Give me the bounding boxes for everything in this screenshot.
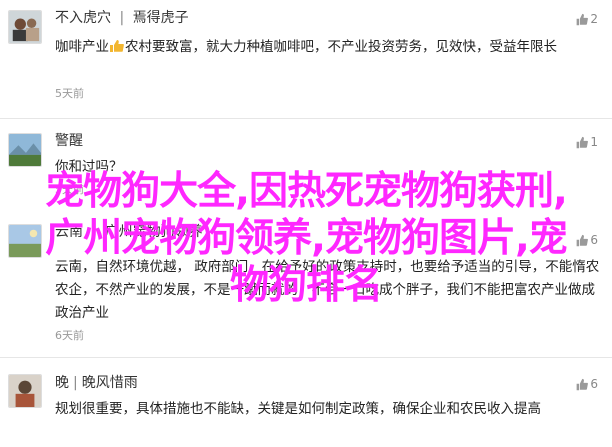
separator-open: |: [73, 375, 78, 391]
timestamp: 5天前: [55, 183, 84, 196]
timestamp: 5天前: [55, 87, 84, 100]
comment-header: 晚 | 晚风惜雨: [55, 373, 138, 393]
username[interactable]: 晚: [55, 375, 69, 391]
thumbs-up-icon: [576, 136, 589, 148]
avatar[interactable]: [8, 133, 42, 167]
avatar[interactable]: [8, 224, 42, 258]
separator: |: [119, 10, 125, 26]
comment-text: 咖啡产业 农村要致富，就大力种植咖啡吧，不产业投资劳务，见效快，受益年限长: [55, 39, 557, 55]
comment-header: 不入虎穴 | 焉得虎子: [55, 8, 189, 28]
thumbs-up-icon: [576, 13, 589, 25]
username[interactable]: 警醒: [55, 133, 83, 149]
username[interactable]: 云南: [55, 224, 83, 240]
username[interactable]: 不入虎穴: [55, 10, 111, 26]
like-button[interactable]: 2: [575, 11, 598, 27]
thumbs-up-icon: [576, 378, 589, 390]
like-count: 2: [590, 12, 598, 26]
avatar[interactable]: [8, 10, 42, 44]
comment-header: 警醒: [55, 131, 83, 151]
thumbs-up-emoji-icon: [110, 40, 124, 52]
like-count: 6: [590, 233, 598, 247]
like-count: 6: [590, 377, 598, 391]
timestamp: 6天前: [55, 329, 84, 342]
comment-title: 焉得虎子: [132, 10, 189, 26]
comment-title: 广州宠物狗领养: [104, 224, 203, 240]
separator: |: [91, 224, 97, 240]
comment-text: 规划很重要，具体措施也不能缺，关键是如何制定政策，确保企业和农民收入提高: [55, 401, 541, 417]
like-button[interactable]: 6: [575, 232, 598, 248]
like-button[interactable]: 1: [575, 134, 598, 150]
thumbs-up-icon: [576, 234, 589, 246]
comment-header: 云南 | 广州宠物狗领养: [55, 222, 203, 242]
comment-text: 云南，自然环境优越， 政府部门，在给予好的政策支持时，也要给予适当的引导，不能惰…: [55, 259, 600, 321]
avatar[interactable]: [8, 374, 42, 408]
comment-title: 晚风惜雨: [81, 375, 138, 391]
comment-text: 你和过吗？: [55, 159, 123, 175]
divider: [0, 357, 612, 358]
like-button[interactable]: 6: [575, 376, 598, 392]
divider: [0, 118, 612, 119]
like-count: 1: [590, 135, 598, 149]
comment-feed: 不入虎穴 | 焉得虎子 2 咖啡产业 农村要致富，就大力种植咖啡吧，不产业投资劳务…: [0, 0, 612, 447]
